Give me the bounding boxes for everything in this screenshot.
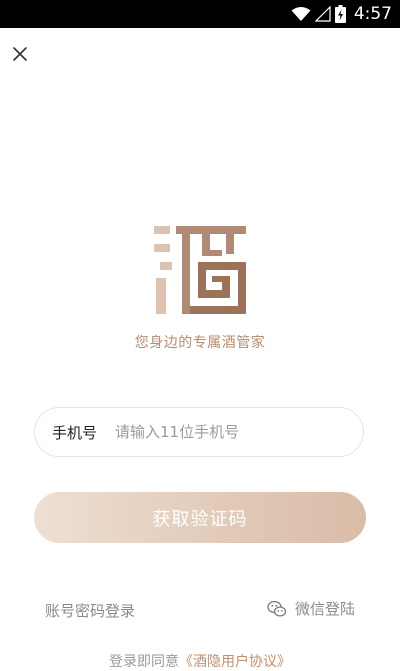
wifi-icon <box>291 7 311 21</box>
wechat-login-link[interactable]: 微信登陆 <box>267 598 355 619</box>
close-button[interactable] <box>8 42 32 66</box>
status-icons: 4:57 <box>291 0 392 28</box>
wechat-login-label: 微信登陆 <box>294 600 355 618</box>
close-icon <box>13 47 27 61</box>
password-login-link[interactable]: 账号密码登录 <box>45 600 135 621</box>
agreement-prefix: 登录即同意 <box>109 654 179 670</box>
battery-charging-icon <box>334 5 346 23</box>
get-code-button[interactable]: 获取验证码 <box>34 492 366 543</box>
tagline: 您身边的专属酒管家 <box>134 335 266 351</box>
phone-label: 手机号 <box>52 423 98 442</box>
phone-input[interactable] <box>115 423 336 441</box>
status-time: 4:57 <box>353 4 392 24</box>
cell-signal-icon <box>314 6 331 22</box>
phone-field[interactable]: 手机号 <box>34 407 364 457</box>
agreement-text: 登录即同意《酒隐用户协议》 <box>0 651 400 671</box>
user-agreement-link[interactable]: 《酒隐用户协议》 <box>179 654 291 670</box>
wechat-icon <box>267 600 287 617</box>
jiu-logo-icon <box>154 226 246 314</box>
status-bar: 4:57 <box>0 0 400 28</box>
